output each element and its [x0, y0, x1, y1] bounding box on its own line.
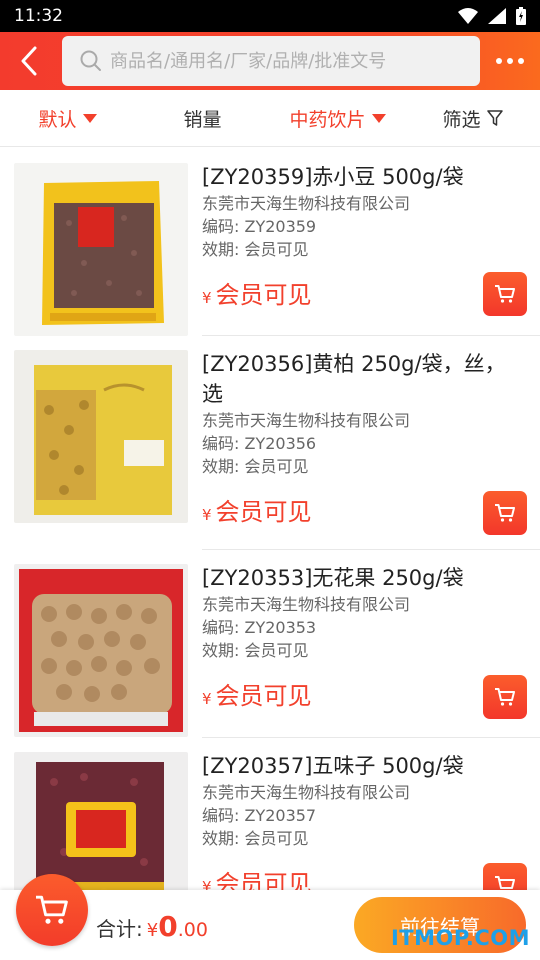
- filter-tab-category[interactable]: 中药饮片: [270, 105, 405, 132]
- product-price: ¥ 会员可见: [202, 492, 526, 527]
- more-dot-icon: [496, 58, 502, 64]
- back-arrow-icon: [21, 46, 37, 76]
- total-amount: 合计: ¥ 0 .00: [96, 910, 208, 943]
- product-manufacturer: 东莞市天海生物科技有限公司: [202, 595, 411, 614]
- cart-icon: [495, 876, 515, 889]
- price-currency: ¥: [202, 289, 212, 307]
- product-price: ¥ 会员可见: [202, 864, 526, 890]
- search-input[interactable]: [110, 50, 480, 72]
- status-time: 11:32: [14, 6, 63, 26]
- price-value: 会员可见: [215, 870, 312, 890]
- search-icon: [80, 50, 101, 71]
- product-expiry: 效期: 会员可见: [202, 240, 309, 259]
- add-to-cart-button[interactable]: [483, 491, 527, 535]
- product-info: [ZY20359]赤小豆 500g/袋 东莞市天海生物科技有限公司 编码: ZY…: [202, 162, 526, 310]
- product-name[interactable]: [ZY20359]赤小豆 500g/袋: [202, 162, 526, 192]
- more-button[interactable]: [488, 40, 532, 82]
- add-to-cart-button[interactable]: [483, 675, 527, 719]
- product-expiry: 效期: 会员可见: [202, 641, 309, 660]
- total-dec: .00: [177, 919, 208, 941]
- product-name[interactable]: [ZY20357]五味子 500g/袋: [202, 751, 526, 781]
- filter-tab-default[interactable]: 默认: [0, 105, 135, 132]
- dropdown-triangle-icon: [82, 113, 97, 123]
- product-manufacturer: 东莞市天海生物科技有限公司: [202, 411, 411, 430]
- more-dot-icon: [507, 58, 513, 64]
- product-manufacturer: 东莞市天海生物科技有限公司: [202, 194, 411, 213]
- status-bar: 11:32: [0, 0, 540, 32]
- add-to-cart-button[interactable]: [483, 863, 527, 890]
- product-code: 编码: ZY20359: [202, 217, 317, 236]
- total-label: 合计:: [96, 917, 143, 941]
- total-money: ¥ 0 .00: [147, 910, 208, 943]
- search-box[interactable]: [62, 36, 480, 86]
- price-value: 会员可见: [215, 498, 312, 526]
- funnel-icon: [486, 110, 503, 126]
- divider: [202, 549, 540, 550]
- product-info: [ZY20357]五味子 500g/袋 东莞市天海生物科技有限公司 编码: ZY…: [202, 751, 526, 890]
- price-value: 会员可见: [215, 682, 312, 710]
- product-name[interactable]: [ZY20356]黄柏 250g/袋，丝，选: [202, 349, 526, 409]
- add-to-cart-button[interactable]: [483, 272, 527, 316]
- price-currency: ¥: [202, 878, 212, 890]
- product-code: 编码: ZY20353: [202, 618, 317, 637]
- cart-button[interactable]: [16, 874, 88, 946]
- total-int: 0: [158, 910, 178, 943]
- status-icons: [458, 7, 526, 25]
- filter-tab-label: 中药饮片: [289, 108, 366, 131]
- filter-tab-label: 默认: [38, 108, 77, 131]
- more-dot-icon: [518, 58, 524, 64]
- product-name[interactable]: [ZY20353]无花果 250g/袋: [202, 563, 526, 593]
- product-image[interactable]: [14, 163, 188, 336]
- product-price: ¥ 会员可见: [202, 676, 526, 711]
- filter-tab-label: 销量: [183, 108, 222, 131]
- filter-tab-sales[interactable]: 销量: [135, 105, 270, 132]
- product-image[interactable]: [14, 752, 188, 890]
- cart-icon: [495, 285, 515, 303]
- battery-icon: [516, 7, 526, 25]
- watermark-text: ITMOP.COM: [390, 926, 530, 950]
- product-list: [ZY20359]赤小豆 500g/袋 东莞市天海生物科技有限公司 编码: ZY…: [0, 148, 540, 890]
- product-info: [ZY20356]黄柏 250g/袋，丝，选 东莞市天海生物科技有限公司 编码:…: [202, 349, 526, 527]
- product-manufacturer: 东莞市天海生物科技有限公司: [202, 783, 411, 802]
- divider: [202, 335, 540, 336]
- total-currency: ¥: [146, 920, 159, 941]
- price-currency: ¥: [202, 506, 212, 524]
- product-expiry: 效期: 会员可见: [202, 829, 309, 848]
- signal-icon: [488, 8, 506, 24]
- price-value: 会员可见: [215, 281, 312, 309]
- filter-tab-label: 筛选: [442, 108, 481, 131]
- product-image[interactable]: [14, 350, 188, 523]
- product-code: 编码: ZY20356: [202, 434, 317, 453]
- product-image[interactable]: [14, 564, 188, 737]
- cart-icon: [495, 688, 515, 706]
- cart-icon: [36, 895, 68, 924]
- bottom-bar: 合计: ¥ 0 .00 前往结算 ITMOP.COM: [0, 874, 540, 960]
- wifi-icon: [458, 8, 478, 24]
- price-currency: ¥: [202, 690, 212, 708]
- filter-tab-filter[interactable]: 筛选: [405, 105, 540, 132]
- header: [0, 32, 540, 90]
- dropdown-triangle-icon: [371, 113, 386, 123]
- product-code: 编码: ZY20357: [202, 806, 317, 825]
- product-expiry: 效期: 会员可见: [202, 457, 309, 476]
- product-info: [ZY20353]无花果 250g/袋 东莞市天海生物科技有限公司 编码: ZY…: [202, 563, 526, 711]
- product-price: ¥ 会员可见: [202, 275, 526, 310]
- cart-icon: [495, 504, 515, 522]
- back-button[interactable]: [0, 32, 58, 90]
- filter-bar: 默认 销量 中药饮片 筛选: [0, 90, 540, 147]
- divider: [202, 737, 540, 738]
